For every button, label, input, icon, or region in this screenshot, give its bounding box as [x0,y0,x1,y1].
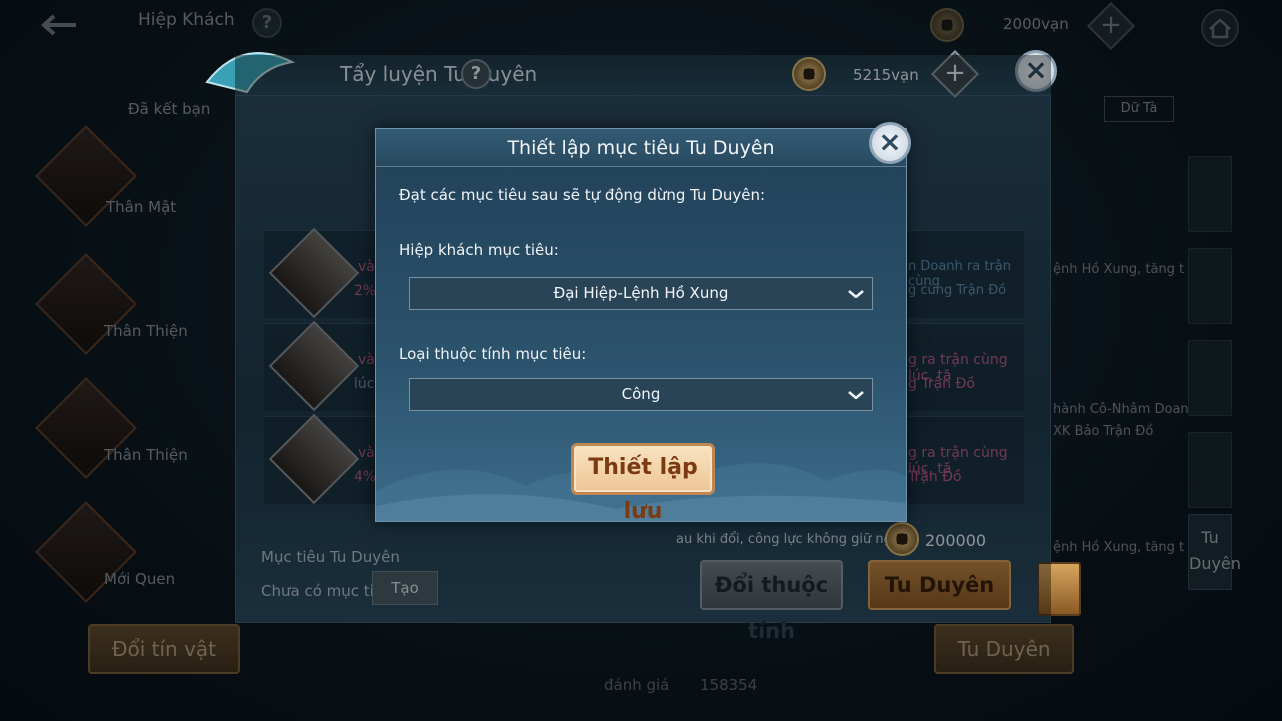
target-settings-dialog: Thiết lập mục tiêu Tu Duyên Đạt các mục … [375,128,907,524]
side-tab-tu-duyen[interactable]: Tu Duyên [1188,514,1241,590]
rating-value: 158354 [700,676,758,694]
dialog-intro: Đạt các mục tiêu sau sẽ tự động dừng Tu … [399,186,766,204]
target-label: Mục tiêu Tu Duyên [261,548,400,566]
screen-title: Hiệp Khách [138,10,235,30]
panel-currency: 5215vạn [853,66,919,84]
cost-value: 200000 [925,531,987,550]
right-desc: ệnh Hồ Xung, tăng t [1053,262,1185,277]
row-text: 4% [354,469,377,485]
friend-level: Thân Mật [106,198,177,216]
row-text: 2% [354,283,377,299]
coin-icon [792,57,826,91]
close-icon[interactable]: × [869,122,911,164]
right-desc: hành Cô-Nhâm Doan [1053,402,1189,417]
row-text: và [358,445,375,461]
attribute-target-label: Loại thuộc tính mục tiêu: [399,345,587,363]
change-attribute-button[interactable]: Đổi thuộc tính [700,560,843,643]
panel-title: Tẩy luyện Tu Duyên [340,62,538,86]
attribute-target-select[interactable]: Công [409,378,873,411]
side-slot[interactable] [1188,432,1232,508]
friend-level: Thân Thiện [104,322,188,340]
row-text: và [358,352,375,368]
hero-avatar [268,227,360,319]
lantern-icon [1037,562,1081,616]
help-icon[interactable]: ? [461,59,491,89]
right-tab-label[interactable]: Dữ Tà [1104,96,1174,122]
attribute-target-value: Công [621,385,661,403]
friend-level: Mới Quen [104,570,176,588]
dialog-title-bar: Thiết lập mục tiêu Tu Duyên [376,129,906,167]
back-arrow-icon[interactable] [40,10,84,40]
dialog-title: Thiết lập mục tiêu Tu Duyên [507,137,775,159]
hero-avatar [268,320,360,412]
plus-icon[interactable]: + [1086,1,1136,51]
coin-icon [885,522,919,556]
create-target-button[interactable]: Tạo [372,571,438,605]
bg-tu-duyen-button[interactable]: Tu Duyên [934,624,1074,674]
side-slot[interactable] [1188,248,1232,324]
side-slot[interactable] [1188,340,1232,416]
rating-label: đánh giá [604,676,670,694]
close-icon[interactable]: × [1015,50,1057,92]
right-desc: XK Bảo Trận Đồ [1053,424,1154,439]
top-currency: 2000vạn [1003,15,1069,33]
hero-avatar [268,413,360,505]
tu-duyen-button[interactable]: Tu Duyên [868,560,1011,610]
swap-token-button[interactable]: Đổi tín vật [88,624,240,674]
home-icon[interactable] [1198,8,1242,48]
help-icon[interactable]: ? [252,8,282,38]
save-settings-button[interactable]: Thiết lập lưu [571,443,715,524]
friend-level: Thân Thiện [104,446,188,464]
chevron-down-icon [848,391,864,399]
hero-target-select[interactable]: Đại Hiệp-Lệnh Hồ Xung [409,277,873,310]
row-text: g Trận Đồ [908,376,975,392]
friends-header: Đã kết bạn [128,100,211,118]
row-text: g cùng Trận Đồ [908,283,1007,298]
right-desc: ệnh Hồ Xung, tăng t [1053,540,1185,555]
hero-target-label: Hiệp khách mục tiêu: [399,241,559,259]
warning-text: au khi đổi, công lực không giữ nguyê [676,532,916,547]
fan-decoration-icon [202,42,297,97]
chevron-down-icon [848,290,864,298]
hero-target-value: Đại Hiệp-Lệnh Hồ Xung [553,284,729,302]
coin-icon [930,8,964,42]
row-text: và [358,259,375,275]
side-slot[interactable] [1188,156,1232,232]
row-text: Trận Đồ [908,469,962,485]
